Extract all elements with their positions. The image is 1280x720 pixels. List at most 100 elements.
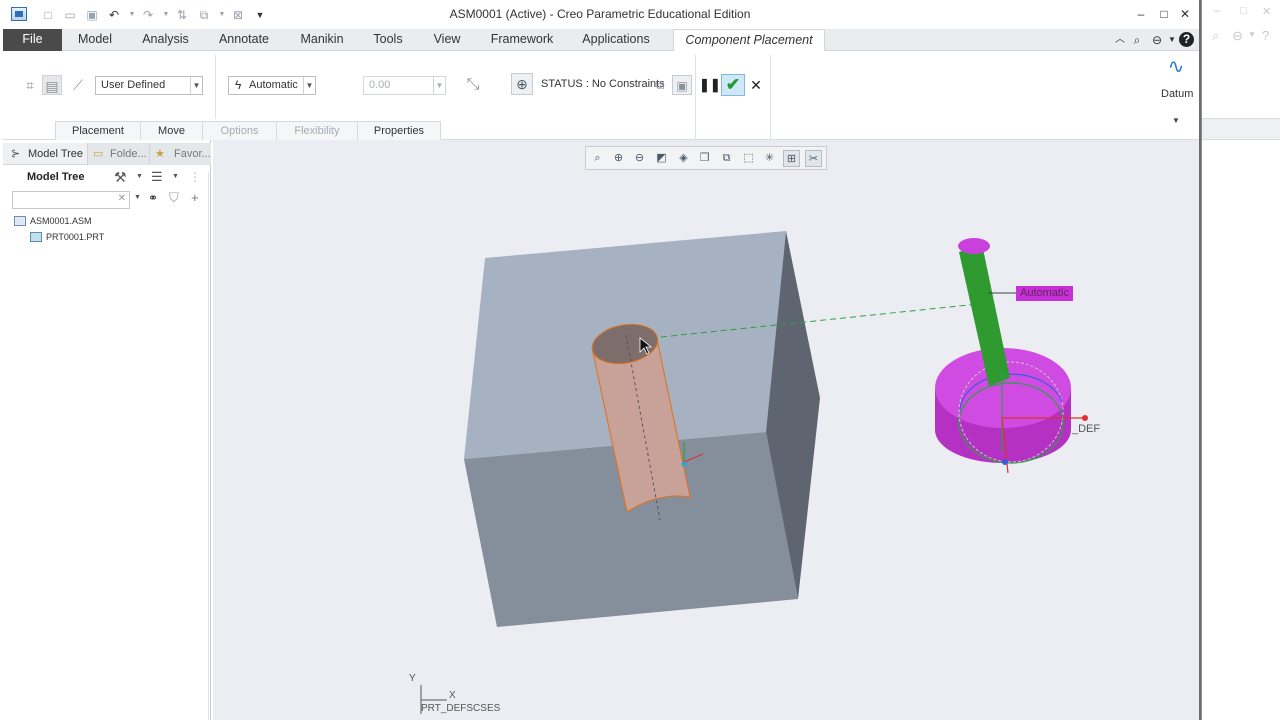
window-title: ASM0001 (Active) - Creo Parametric Educa… (449, 7, 751, 21)
tree-filter-icon[interactable]: ⋮ (189, 170, 201, 184)
favorites-icon: ★ (155, 148, 165, 160)
datum-icon[interactable]: ∿ (1163, 57, 1189, 81)
constraint-set-select[interactable]: User Defined ▼ (95, 76, 203, 95)
tab-file[interactable]: File (3, 29, 62, 51)
community-icon[interactable]: ⊖ (1149, 32, 1165, 48)
tab-flexibility[interactable]: Flexibility (276, 121, 357, 141)
assembly-icon (14, 216, 26, 226)
view-manager-icon[interactable]: ⧉ (718, 150, 735, 167)
clear-search-icon[interactable]: ✕ (118, 193, 126, 204)
model-tree-icon: ⊱ (11, 148, 21, 160)
cancel-icon[interactable]: ✕ (746, 75, 766, 95)
add-icon[interactable]: + (191, 190, 199, 205)
chevron-down-icon[interactable]: ▼ (172, 173, 179, 180)
tab-placement[interactable]: Placement (55, 121, 140, 141)
tab-tools[interactable]: Tools (365, 29, 411, 51)
tab-framework[interactable]: Framework (481, 29, 563, 51)
offset-input[interactable]: 0.00 ▼ (363, 76, 446, 95)
status-text: STATUS : No Constraints (541, 78, 665, 90)
tree-item-prt0001[interactable]: PRT0001.PRT (46, 232, 104, 242)
csys-def-label: _DEF (1072, 423, 1101, 435)
navigator-tabs: ⊱ Model Tree ▭ Folde... ★ Favor... (3, 143, 211, 165)
tab-view[interactable]: View (424, 29, 470, 51)
title-bar: □ ▭ ▣ ↶ ▼ ↷ ▼ ⇅ ⧉ ▼ ⊠ ▼ ASM0001 (Active)… (0, 0, 1200, 29)
drag-handle-red[interactable] (1082, 415, 1088, 421)
constraint-type-select[interactable]: ϟ Automatic ▼ (228, 76, 316, 95)
triad-origin (681, 461, 687, 467)
tab-model-tree[interactable]: ⊱ Model Tree (9, 143, 89, 165)
tree-item-asm0001[interactable]: ASM0001.ASM (30, 216, 92, 226)
folder-icon: ▭ (93, 148, 104, 160)
search-icon[interactable]: ⌕ (1129, 32, 1145, 48)
maximize-icon[interactable]: □ (1155, 6, 1173, 22)
component-placement-ribbon: ⌗ ▤ ⟋ User Defined ▼ ϟ Automatic ▼ 0.00 … (3, 51, 1200, 141)
drag-handle-blue[interactable] (1002, 459, 1008, 465)
settings-icon[interactable]: ⚒ (114, 169, 127, 186)
tab-move[interactable]: Move (140, 121, 202, 141)
community-icon: ⊖ (1232, 28, 1243, 43)
lightning-icon: ϟ (235, 78, 242, 92)
graphics-area[interactable]: ⌕ ⊕ ⊖ ◩ ◈ ❒ ⧉ ⬚ ✳ ⊞ ✂ Automatic _DEF Y X… (213, 140, 1199, 720)
repaint-icon[interactable]: ◩ (653, 150, 670, 167)
tab-annotate[interactable]: Annotate (209, 29, 279, 51)
assembly-window-icon[interactable]: ▣ (672, 75, 692, 95)
ok-checkmark-icon[interactable]: ✔ (721, 74, 745, 96)
tab-model-tree-label: Model Tree (28, 148, 84, 160)
model-canvas[interactable] (213, 140, 1199, 720)
pause-icon[interactable]: ❚❚ (699, 75, 721, 95)
collapse-ribbon-icon[interactable]: ︿ (1112, 32, 1128, 48)
datum-display-icon[interactable]: ✳ (761, 150, 778, 167)
constraint-icon[interactable]: ⟋ (68, 75, 88, 95)
divider (215, 55, 216, 119)
constraint-type-value: Automatic (249, 79, 298, 91)
tab-folder-browser[interactable]: ▭ Folde... (87, 143, 149, 165)
tab-applications[interactable]: Applications (573, 29, 659, 51)
background-window-band (1202, 118, 1280, 140)
tab-model[interactable]: Model (67, 29, 123, 51)
user-defined-icon[interactable]: ⌗ (20, 75, 40, 95)
move-component-icon[interactable]: ⊕ (511, 73, 533, 95)
help-icon[interactable]: ? (1179, 32, 1194, 47)
minimize-icon: – (1214, 5, 1221, 17)
drag-handle-green[interactable] (999, 373, 1005, 379)
perspective-icon[interactable]: ⬚ (740, 150, 757, 167)
refit-icon[interactable]: ⌕ (589, 150, 606, 167)
spin-center-icon[interactable]: ✂ (805, 150, 822, 167)
chevron-down-icon[interactable]: ▼ (136, 173, 143, 180)
component-pin-top[interactable] (958, 238, 990, 254)
automatic-constraint-label[interactable]: Automatic (1016, 286, 1073, 301)
window-border (1199, 0, 1201, 720)
mechanism-connection-icon[interactable]: ▤ (42, 75, 62, 95)
zoom-out-icon[interactable]: ⊖ (631, 150, 648, 167)
flip-constraint-icon[interactable]: ⤡ (463, 75, 483, 95)
saved-views-icon[interactable]: ❒ (696, 150, 713, 167)
close-icon[interactable]: ✕ (1176, 6, 1194, 22)
divider (770, 55, 771, 141)
background-window: – □ ✕ ⌕ ⊖ ▼ ? (1202, 0, 1280, 720)
find-binoculars-icon[interactable]: ⚭ (148, 191, 158, 205)
window-divider (1201, 0, 1202, 720)
chevron-down-icon[interactable]: ▼ (1164, 32, 1180, 48)
chevron-down-icon[interactable]: ▼ (1166, 111, 1186, 131)
datum-label[interactable]: Datum (1161, 88, 1193, 100)
tab-favorites[interactable]: ★ Favor... (149, 143, 211, 165)
tab-analysis[interactable]: Analysis (133, 29, 198, 51)
display-style-icon[interactable]: ◈ (675, 150, 692, 167)
tab-component-placement[interactable]: Component Placement (673, 29, 825, 52)
tab-options[interactable]: Options (202, 121, 276, 141)
tab-manikin[interactable]: Manikin (290, 29, 354, 51)
constraint-set-value: User Defined (101, 79, 166, 91)
model-tree-title: Model Tree (27, 171, 85, 183)
minimize-icon[interactable]: – (1132, 6, 1150, 22)
zoom-in-icon[interactable]: ⊕ (610, 150, 627, 167)
separate-window-icon[interactable]: ⧉ (650, 75, 670, 95)
filter-icon[interactable]: ⛉ (169, 190, 179, 206)
chevron-down-icon[interactable]: ▼ (134, 194, 141, 201)
model-tree-search-input[interactable]: ✕ (12, 191, 130, 209)
annotation-display-icon[interactable]: ⊞ (783, 150, 800, 167)
offset-value: 0.00 (369, 79, 391, 91)
tab-properties[interactable]: Properties (357, 121, 441, 141)
tab-folder-label: Folde... (110, 148, 147, 160)
csys-name-label: PRT_DEFSCSES (421, 703, 501, 714)
show-icon[interactable]: ☰ (151, 169, 163, 185)
